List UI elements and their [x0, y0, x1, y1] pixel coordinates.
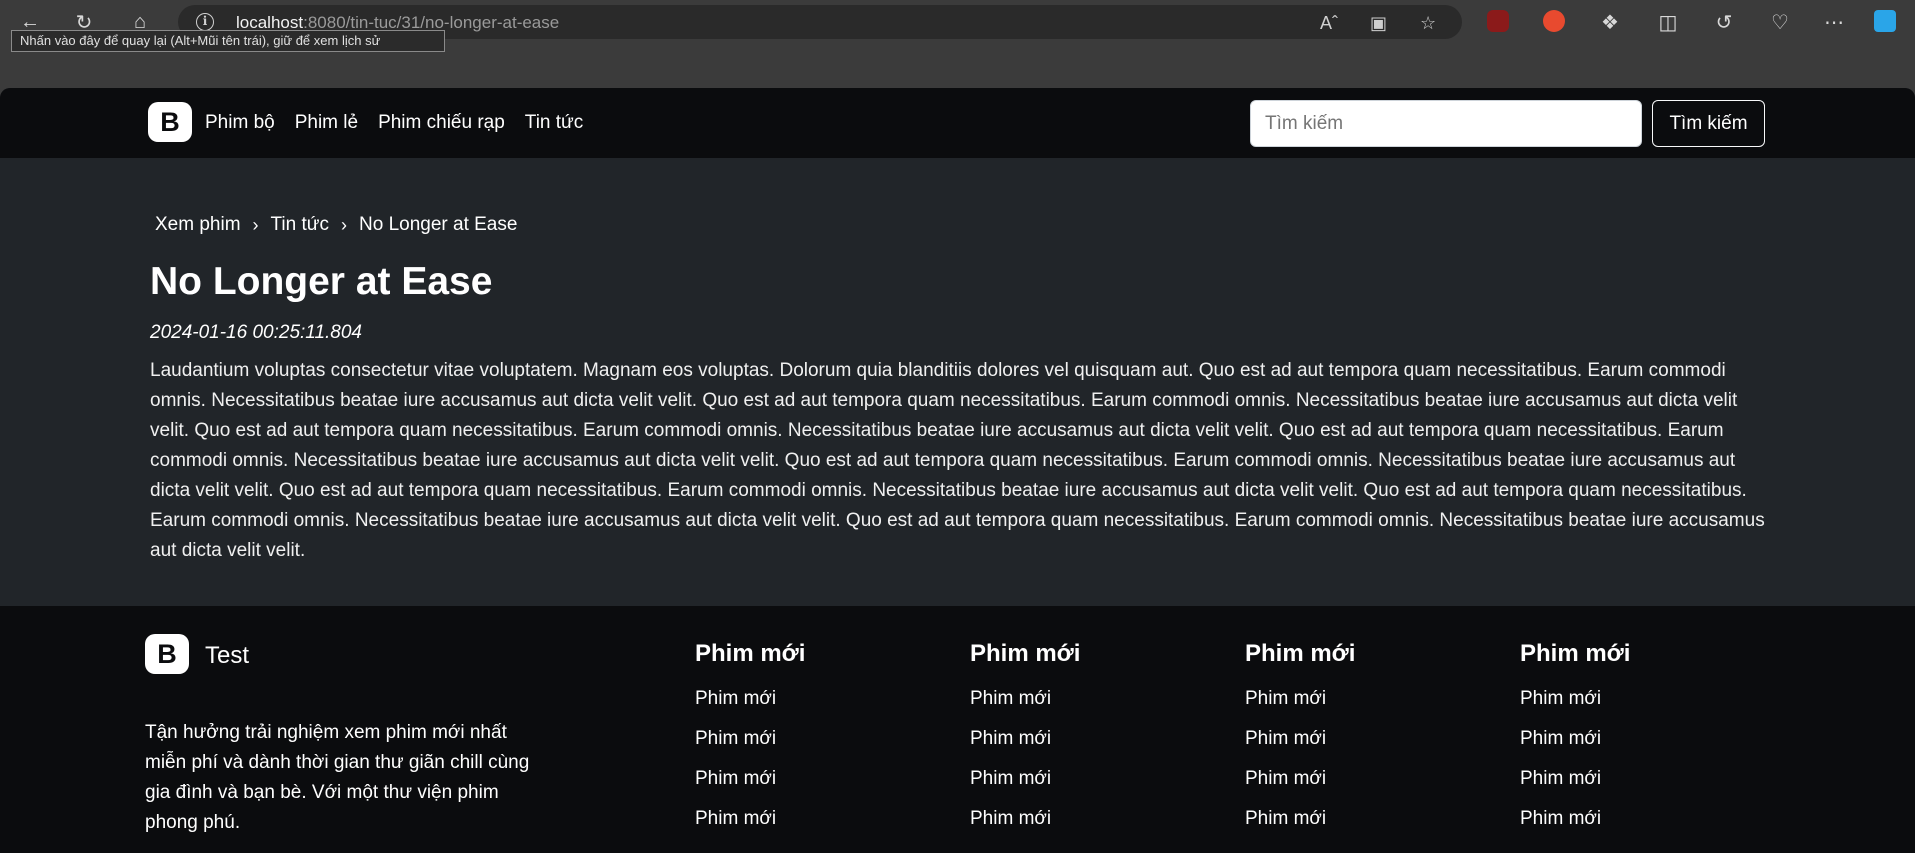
footer-column-heading: Phim mới [970, 640, 1081, 667]
article-title: No Longer at Ease [150, 260, 493, 303]
breadcrumb: Xem phim › Tin tức › No Longer at Ease [155, 214, 517, 236]
footer-link[interactable]: Phim mới [1520, 808, 1630, 848]
browser-essentials-heart-icon[interactable]: ♡ [1764, 8, 1796, 36]
footer-bootstrap-logo[interactable]: B [145, 634, 189, 674]
footer-column: Phim mới Phim mới Phim mới Phim mới Phim… [695, 640, 805, 848]
back-button-tooltip: Nhấn vào đây để quay lại (Alt+Mũi tên tr… [11, 30, 445, 52]
footer: B Test Tận hưởng trải nghiệm xem phim mớ… [0, 606, 1915, 853]
footer-column-heading: Phim mới [1520, 640, 1631, 667]
breadcrumb-current: No Longer at Ease [359, 214, 518, 235]
footer-link[interactable]: Phim mới [1520, 768, 1630, 808]
split-screen-icon[interactable]: ◫ [1652, 8, 1684, 36]
footer-link[interactable]: Phim mới [695, 728, 805, 768]
footer-link[interactable]: Phim mới [1245, 808, 1355, 848]
footer-column: Phim mới Phim mới Phim mới Phim mới Phim… [1245, 640, 1355, 848]
ublock-extension-icon[interactable] [1487, 10, 1509, 32]
nav-link-tin-tuc[interactable]: Tin tức [525, 112, 583, 134]
bootstrap-logo[interactable]: B [148, 102, 192, 142]
nav-link-phim-chieu-rap[interactable]: Phim chiếu rạp [378, 112, 505, 134]
footer-column: Phim mới Phim mới Phim mới Phim mới Phim… [1520, 640, 1630, 848]
footer-link[interactable]: Phim mới [970, 688, 1080, 728]
footer-link[interactable]: Phim mới [1520, 728, 1630, 768]
browser-toolbar: ← ↻ ⌂ i localhost:8080/tin-tuc/31/no-lon… [0, 0, 1915, 88]
chevron-right-icon: › [341, 214, 347, 235]
breadcrumb-news[interactable]: Tin tức [271, 214, 329, 236]
footer-link[interactable]: Phim mới [970, 808, 1080, 848]
nav-links: Phim bộ Phim lẻ Phim chiếu rạp Tin tức [205, 112, 583, 134]
article-body: Laudantium voluptas consectetur vitae vo… [150, 360, 1765, 561]
footer-link[interactable]: Phim mới [1245, 728, 1355, 768]
read-aloud-icon[interactable]: Aˆ [1320, 13, 1338, 34]
breadcrumb-home[interactable]: Xem phim [155, 214, 241, 236]
search-button[interactable]: Tìm kiếm [1652, 100, 1765, 147]
footer-description: Tận hưởng trải nghiệm xem phim mới nhất … [145, 722, 530, 833]
site-info-icon[interactable]: i [196, 13, 214, 31]
footer-link[interactable]: Phim mới [970, 768, 1080, 808]
footer-column: Phim mới Phim mới Phim mới Phim mới Phim… [970, 640, 1080, 848]
extensions-puzzle-icon[interactable]: ❖ [1594, 8, 1626, 36]
copilot-icon[interactable] [1874, 10, 1896, 32]
nav-link-phim-bo[interactable]: Phim bộ [205, 112, 275, 134]
footer-link[interactable]: Phim mới [1245, 688, 1355, 728]
nav-link-phim-le[interactable]: Phim lẻ [295, 112, 358, 134]
footer-link[interactable]: Phim mới [695, 808, 805, 848]
footer-link[interactable]: Phim mới [695, 688, 805, 728]
chevron-right-icon: › [252, 214, 259, 235]
footer-link[interactable]: Phim mới [695, 768, 805, 808]
footer-link[interactable]: Phim mới [970, 728, 1080, 768]
footer-link[interactable]: Phim mới [1520, 688, 1630, 728]
search-input[interactable] [1250, 100, 1642, 147]
footer-column-heading: Phim mới [1245, 640, 1356, 667]
webpage: B Phim bộ Phim lẻ Phim chiếu rạp Tin tức… [0, 88, 1915, 853]
color-extension-icon[interactable] [1543, 10, 1565, 32]
article-date: 2024-01-16 00:25:11.804 [150, 322, 362, 343]
footer-link[interactable]: Phim mới [1245, 768, 1355, 808]
favorite-star-icon[interactable]: ☆ [1420, 13, 1436, 34]
footer-column-heading: Phim mới [695, 640, 806, 667]
footer-brand-name: Test [205, 642, 250, 669]
navbar: B Phim bộ Phim lẻ Phim chiếu rạp Tin tức… [0, 88, 1915, 158]
app-available-icon[interactable]: ▣ [1370, 13, 1387, 34]
history-icon[interactable]: ↺ [1708, 8, 1740, 36]
more-menu-icon[interactable]: ⋯ [1818, 8, 1850, 36]
